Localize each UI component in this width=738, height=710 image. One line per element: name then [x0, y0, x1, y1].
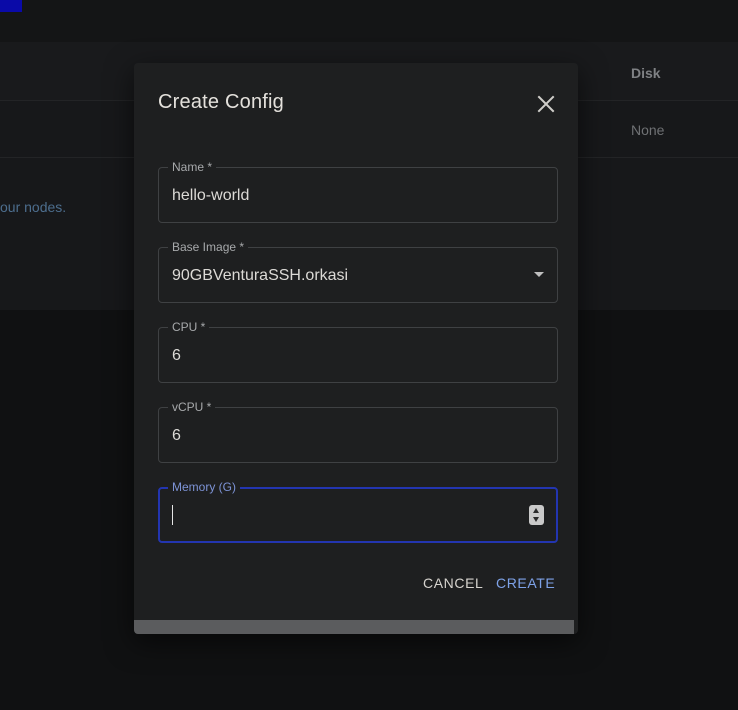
chevron-down-icon[interactable] — [534, 272, 544, 277]
background-top-bar — [0, 0, 738, 42]
background-footnote-link: our nodes. — [0, 199, 67, 215]
disk-column-header: Disk — [631, 65, 661, 81]
cancel-button[interactable]: CANCEL — [423, 575, 483, 591]
cpu-field[interactable]: CPU * 6 — [158, 319, 558, 383]
background-accent-button — [0, 0, 22, 12]
base-image-value[interactable]: 90GBVenturaSSH.orkasi — [172, 266, 348, 286]
memory-field[interactable]: Memory (G) — [158, 479, 558, 543]
name-field-label: Name * — [168, 159, 217, 175]
disk-cell: None — [631, 122, 665, 138]
cpu-input[interactable]: 6 — [172, 346, 181, 366]
name-input[interactable]: hello-world — [172, 186, 249, 206]
create-config-dialog: Create Config Name * hello-world Base Im… — [134, 63, 578, 634]
base-image-label: Base Image * — [168, 239, 249, 255]
dialog-horizontal-scrollbar[interactable] — [134, 620, 574, 634]
memory-field-label: Memory (G) — [168, 479, 240, 495]
text-cursor — [172, 505, 173, 525]
base-image-select[interactable]: Base Image * 90GBVenturaSSH.orkasi — [158, 239, 558, 303]
spin-down-icon[interactable] — [533, 517, 539, 522]
name-field[interactable]: Name * hello-world — [158, 159, 558, 223]
number-spinner-icon[interactable] — [529, 505, 544, 525]
vcpu-field-label: vCPU * — [168, 399, 216, 415]
dialog-title: Create Config — [158, 91, 284, 113]
close-icon — [537, 95, 555, 113]
vcpu-field[interactable]: vCPU * 6 — [158, 399, 558, 463]
vcpu-input[interactable]: 6 — [172, 426, 181, 446]
close-button[interactable] — [534, 92, 558, 116]
spin-up-icon[interactable] — [533, 508, 539, 513]
app-page: Disk None our nodes. Create Config Name … — [0, 0, 738, 710]
cpu-field-label: CPU * — [168, 319, 210, 335]
create-button[interactable]: CREATE — [496, 575, 555, 591]
